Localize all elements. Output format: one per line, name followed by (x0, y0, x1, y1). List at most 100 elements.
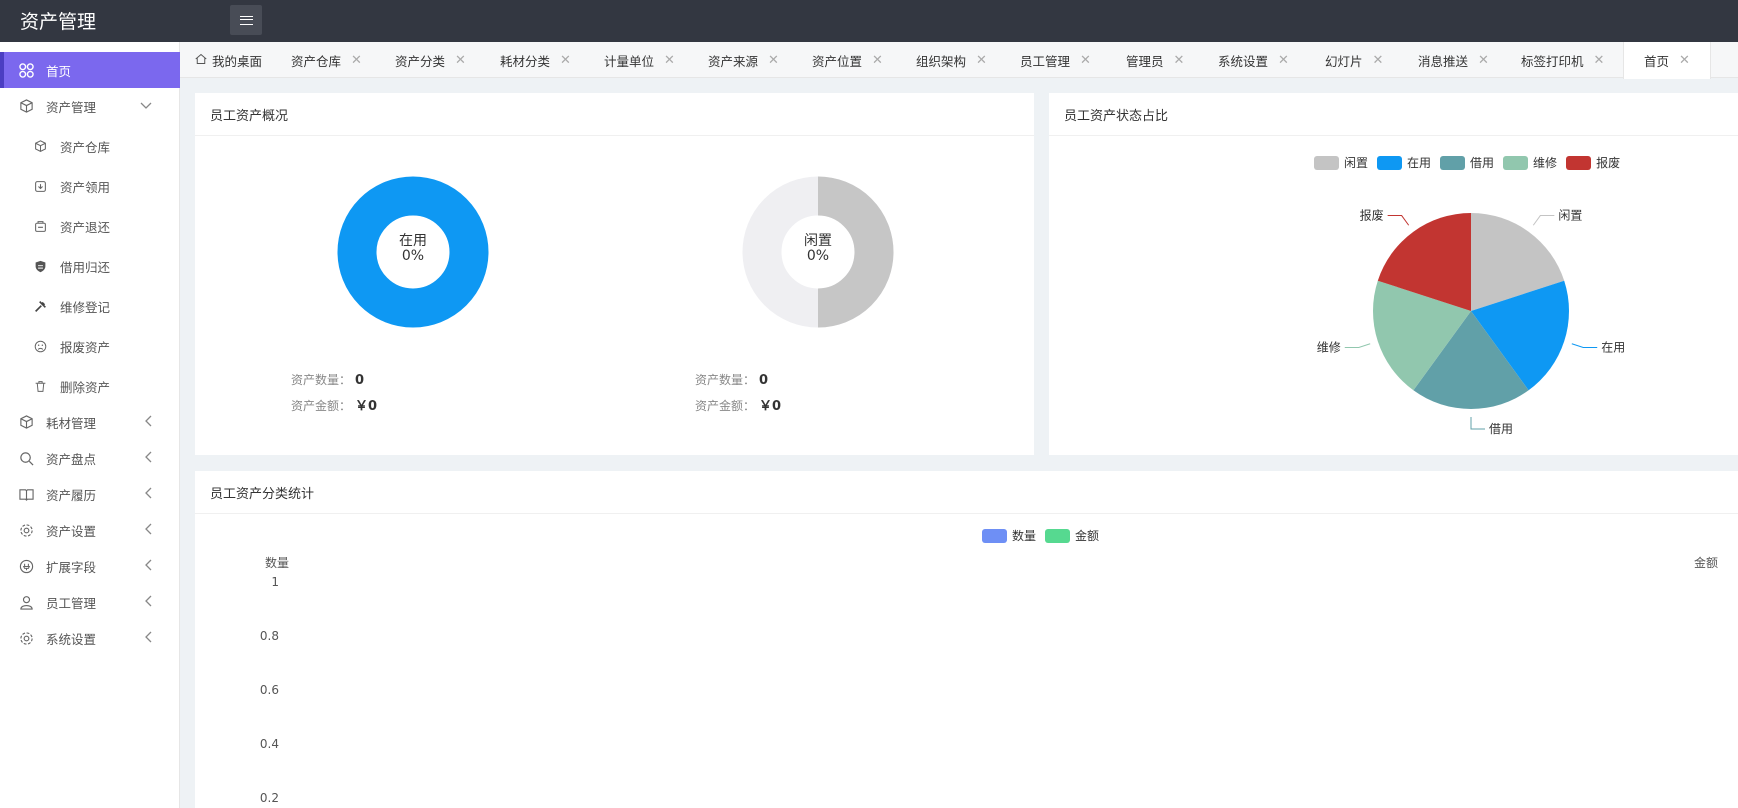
close-icon[interactable]: ✕ (976, 53, 987, 68)
tab-label: 员工管理 (1020, 51, 1070, 70)
tab-home[interactable]: 首页 ✕ (1623, 42, 1711, 79)
tab-asset-source[interactable]: 资产来源 ✕ (708, 42, 779, 78)
cube-icon (32, 138, 48, 154)
sidebar-item-home[interactable]: 首页 (0, 52, 180, 88)
pie-label-line (1572, 344, 1597, 348)
tab-asset-category[interactable]: 资产分类 ✕ (395, 42, 466, 78)
tab-organization[interactable]: 组织架构 ✕ (916, 42, 987, 78)
tab-asset-location[interactable]: 资产位置 ✕ (812, 42, 883, 78)
close-icon[interactable]: ✕ (872, 53, 883, 68)
close-icon[interactable]: ✕ (560, 53, 571, 68)
tab-administrator[interactable]: 管理员 ✕ (1126, 42, 1184, 78)
asset-amount-value: ￥0 (759, 399, 781, 414)
sidebar-item-delete-asset[interactable]: 删除资产 (0, 368, 180, 404)
tab-system-settings[interactable]: 系统设置 ✕ (1218, 42, 1289, 78)
sidebar-item-inventory[interactable]: 资产盘点 (0, 440, 180, 476)
close-icon[interactable]: ✕ (1679, 53, 1690, 68)
sidebar-item-system-settings[interactable]: 系统设置 (0, 620, 180, 656)
tab-label: 管理员 (1126, 51, 1164, 70)
sidebar-item-label: 耗材管理 (46, 413, 96, 432)
sidebar-item-repair-register[interactable]: 维修登记 (0, 288, 180, 324)
sidebar-item-label: 资产管理 (46, 97, 96, 116)
tab-label: 耗材分类 (500, 51, 550, 70)
gear-icon (18, 630, 34, 646)
sad-face-icon (32, 338, 48, 354)
pie-label-line (1345, 344, 1370, 348)
asset-count-label: 资产数量： (695, 373, 755, 387)
tab-label: 标签打印机 (1521, 51, 1584, 70)
plug-icon (18, 558, 34, 574)
sidebar-item-asset-receive[interactable]: 资产领用 (0, 168, 180, 204)
pie-slice-label: 在用 (1601, 340, 1625, 354)
grid-icon (18, 62, 34, 78)
legend-item-amount[interactable]: 金额 (1045, 527, 1099, 544)
close-icon[interactable]: ✕ (351, 53, 362, 68)
close-icon[interactable]: ✕ (455, 53, 466, 68)
pie-label-line (1388, 216, 1409, 226)
employee-asset-overview-panel: 员工资产概况 在用 0% 闲置 0% 资产数量：0 资产金额：￥0 资产数量：0… (195, 93, 1034, 455)
tab-label: 资产仓库 (291, 51, 341, 70)
y-tick-label: 0.2 (243, 791, 279, 805)
chevron-left-icon (144, 487, 152, 502)
sidebar-item-scrap-asset[interactable]: 报废资产 (0, 328, 180, 364)
legend-swatch (982, 529, 1007, 543)
tab-message-push[interactable]: 消息推送 ✕ (1418, 42, 1489, 78)
tab-consumable-category[interactable]: 耗材分类 ✕ (500, 42, 571, 78)
chevron-left-icon (144, 595, 152, 610)
close-icon[interactable]: ✕ (1478, 53, 1489, 68)
sidebar-item-borrow-return[interactable]: 借用归还 (0, 248, 180, 284)
chevron-down-icon (140, 99, 152, 113)
pie-slice-label: 闲置 (1558, 209, 1582, 223)
tab-employee-management[interactable]: 员工管理 ✕ (1020, 42, 1091, 78)
right-axis-title: 金额 (1694, 554, 1718, 571)
tab-measure-unit[interactable]: 计量单位 ✕ (604, 42, 675, 78)
sidebar-item-label: 删除资产 (60, 377, 110, 396)
chevron-left-icon (144, 451, 152, 466)
tab-label: 计量单位 (604, 51, 654, 70)
close-icon[interactable]: ✕ (1373, 53, 1384, 68)
legend-label: 数量 (1012, 527, 1036, 544)
employee-asset-status-panel: 员工资产状态占比 闲置 在用 借用 维修 报废 闲置在用借用维修报废 (1049, 93, 1738, 455)
sidebar-item-asset-settings[interactable]: 资产设置 (0, 512, 180, 548)
sidebar-item-asset-warehouse[interactable]: 资产仓库 (0, 128, 180, 164)
asset-amount-value: ￥0 (355, 399, 377, 414)
tab-label: 幻灯片 (1325, 51, 1363, 70)
close-icon[interactable]: ✕ (664, 53, 675, 68)
left-axis-title: 数量 (265, 554, 289, 571)
tab-label: 消息推送 (1418, 51, 1468, 70)
box-icon (18, 98, 34, 114)
menu-toggle-button[interactable] (230, 5, 262, 35)
panel-title: 员工资产概况 (210, 105, 288, 124)
tab-asset-warehouse[interactable]: 资产仓库 ✕ (291, 42, 362, 78)
sidebar-item-asset-management[interactable]: 资产管理 (0, 88, 180, 124)
pie-slice-label: 维修 (1317, 339, 1341, 354)
hamburger-icon (240, 16, 253, 25)
trash-icon (32, 378, 48, 394)
shield-icon (32, 258, 48, 274)
receive-icon (32, 178, 48, 194)
tab-slides[interactable]: 幻灯片 ✕ (1325, 42, 1383, 78)
sidebar-item-label: 资产设置 (46, 521, 96, 540)
chevron-left-icon (144, 523, 152, 538)
app-title: 资产管理 (20, 7, 96, 34)
close-icon[interactable]: ✕ (1278, 53, 1289, 68)
divider (195, 135, 1034, 136)
sidebar-item-employee-management[interactable]: 员工管理 (0, 584, 180, 620)
close-icon[interactable]: ✕ (1080, 53, 1091, 68)
asset-amount-label: 资产金额： (291, 399, 351, 413)
close-icon[interactable]: ✕ (768, 53, 779, 68)
tab-label-printer[interactable]: 标签打印机 ✕ (1521, 42, 1604, 78)
close-icon[interactable]: ✕ (1174, 53, 1185, 68)
sidebar-item-label: 扩展字段 (46, 557, 96, 576)
sidebar-item-asset-return[interactable]: 资产退还 (0, 208, 180, 244)
tab-my-desktop[interactable]: 我的桌面 (195, 42, 262, 78)
donut-label-percent: 0% (373, 249, 453, 264)
sidebar-item-asset-history[interactable]: 资产履历 (0, 476, 180, 512)
pie-slice-label: 借用 (1489, 422, 1513, 436)
pie-label-line (1533, 216, 1554, 226)
sidebar-item-consumables[interactable]: 耗材管理 (0, 404, 180, 440)
sidebar-item-extend-fields[interactable]: 扩展字段 (0, 548, 180, 584)
legend-item-count[interactable]: 数量 (982, 527, 1036, 544)
y-tick-label: 0.6 (243, 683, 279, 697)
close-icon[interactable]: ✕ (1594, 53, 1605, 68)
